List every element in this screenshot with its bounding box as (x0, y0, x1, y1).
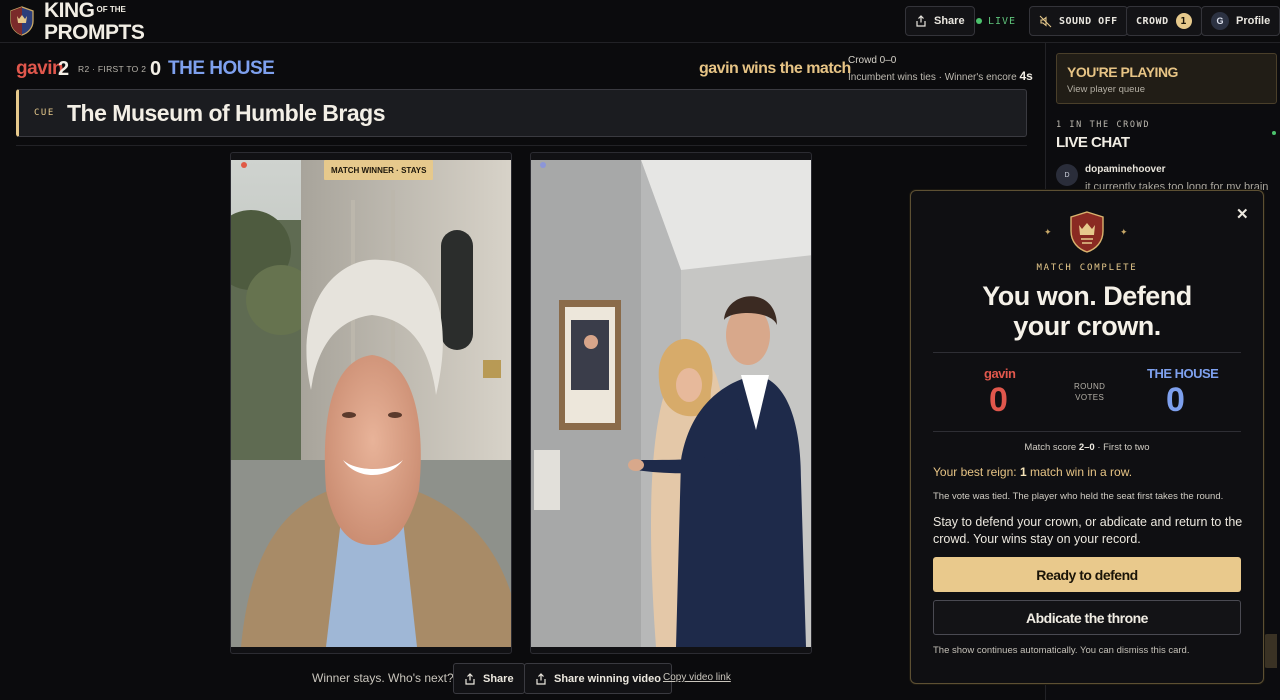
view-player-queue-link[interactable]: View player queue (1067, 84, 1145, 95)
match-complete-modal: ✕ ✦ ✦ MATCH COMPLETE You won. Defend you… (910, 190, 1264, 684)
logo-text-of-the: OF THE (96, 5, 126, 14)
round-votes-line1: ROUND (1074, 382, 1106, 391)
recording-dot-icon (540, 162, 546, 168)
player1-name: gavin (16, 58, 64, 79)
sparkle-icon: ✦ (1120, 227, 1128, 237)
match-complete-label: MATCH COMPLETE (1036, 263, 1138, 273)
best-reign: Your best reign: 1 match win in a row. (933, 465, 1132, 479)
reign-prefix: Your best reign: (933, 465, 1017, 479)
winner-video-frame (231, 160, 511, 647)
share-icon (916, 15, 926, 27)
show-continues-note: The show continues automatically. You ca… (933, 645, 1190, 656)
opponent-video-panel[interactable] (530, 152, 812, 654)
encore-countdown: 4s (1019, 69, 1033, 83)
crowd-button[interactable]: CROWD 1 (1126, 6, 1202, 36)
sound-toggle-button[interactable]: SOUND OFF (1029, 6, 1128, 36)
speaker-muted-icon (1039, 15, 1052, 27)
crown-crest-icon (1070, 211, 1104, 253)
shield-logo-icon (10, 6, 34, 36)
share-icon (536, 672, 546, 685)
recording-dot-icon (241, 162, 247, 168)
tiebreak-text: Incumbent wins ties · Winner's encore (848, 72, 1017, 83)
crowd-votes: Crowd 0–0 (848, 55, 897, 66)
reign-value: 1 (1019, 465, 1027, 479)
winner-stays-text: Winner stays. Who's next? (312, 671, 454, 685)
live-label: LIVE (988, 15, 1017, 27)
top-bar: KING OF THE PROMPTS Share LIVE SOUND OFF … (0, 0, 1280, 43)
copy-video-link[interactable]: Copy video link (663, 672, 731, 683)
close-icon[interactable]: ✕ (1236, 205, 1249, 223)
player-queue-card[interactable]: YOU'RE PLAYING View player queue (1056, 53, 1277, 104)
cue-tag: CUE (34, 108, 55, 118)
round-votes-line2: VOTES (1075, 393, 1105, 402)
abdicate-throne-button[interactable]: Abdicate the throne (933, 600, 1241, 635)
sparkle-icon: ✦ (1044, 227, 1052, 237)
profile-label: Profile (1236, 15, 1271, 27)
match-score-suffix: · First to two (1097, 442, 1150, 453)
player2-score: 0 (150, 58, 161, 80)
divider (933, 352, 1241, 353)
tiebreak-rule: Incumbent wins ties · Winner's encore 4s (848, 69, 1033, 83)
reign-suffix: match win in a row. (1030, 465, 1133, 479)
share-icon (465, 672, 475, 685)
crowd-label: CROWD (1136, 15, 1169, 27)
share-winning-video-label: Share winning video (554, 672, 661, 685)
share-winning-video-button[interactable]: Share winning video (524, 663, 672, 694)
chat-username: dopaminehoover (1085, 164, 1166, 175)
logo-text-prompts: PROMPTS (44, 21, 145, 44)
share-label: Share (483, 672, 514, 685)
live-indicator: LIVE (976, 6, 1016, 36)
match-winner-stays-badge: MATCH WINNER · STAYS (324, 160, 434, 180)
cue-title: The Museum of Humble Brags (67, 100, 385, 126)
modal-player2-name: THE HOUSE (1147, 366, 1219, 381)
modal-player2-votes: 0 (1166, 381, 1185, 419)
online-dot-icon (1272, 131, 1276, 135)
sound-label: SOUND OFF (1059, 15, 1118, 27)
modal-title-line1: You won. Defend (982, 281, 1192, 311)
avatar: G (1211, 12, 1229, 30)
divider (933, 431, 1241, 432)
header-share-button[interactable]: Share (905, 6, 975, 36)
match-score-value: 2–0 (1078, 442, 1095, 453)
share-button[interactable]: Share (453, 663, 525, 694)
divider (16, 145, 1027, 146)
ready-to-defend-button[interactable]: Ready to defend (933, 557, 1241, 592)
logo-text-king: KING (44, 0, 95, 22)
player2-name: THE HOUSE (168, 58, 275, 79)
match-winner-text: gavin wins the match (699, 60, 851, 77)
match-score-prefix: Match score (1024, 442, 1077, 453)
cue-bar: CUE The Museum of Humble Brags (16, 89, 1027, 137)
round-info: R2 · FIRST TO 2 (78, 64, 147, 74)
sidebar-button-edge[interactable] (1264, 634, 1277, 668)
player1-score: 2 (58, 58, 69, 80)
crowd-count-label: 1 IN THE CROWD (1056, 120, 1151, 130)
opponent-video-frame (531, 160, 811, 647)
chat-avatar: D (1056, 164, 1078, 186)
stay-or-abdicate-text: Stay to defend your crown, or abdicate a… (933, 515, 1243, 546)
tie-explanation: The vote was tied. The player who held t… (933, 491, 1224, 502)
live-dot-icon (976, 18, 982, 24)
modal-player1-votes: 0 (989, 381, 1008, 419)
app-logo[interactable]: KING OF THE PROMPTS (44, 0, 145, 44)
modal-title: You won. Defend your crown. (911, 281, 1263, 341)
modal-player1-name: gavin (984, 366, 1016, 381)
youre-playing-title: YOU'RE PLAYING (1067, 64, 1178, 80)
round-votes-label: ROUND VOTES (1074, 381, 1105, 403)
profile-button[interactable]: G Profile (1201, 6, 1280, 36)
modal-title-line2: your crown. (1013, 311, 1161, 341)
live-chat-title: LIVE CHAT (1056, 134, 1130, 151)
crowd-count-badge: 1 (1175, 13, 1192, 29)
winner-video-panel[interactable] (230, 152, 512, 654)
header-share-label: Share (934, 15, 965, 27)
match-score: Match score 2–0 · First to two (911, 442, 1263, 453)
